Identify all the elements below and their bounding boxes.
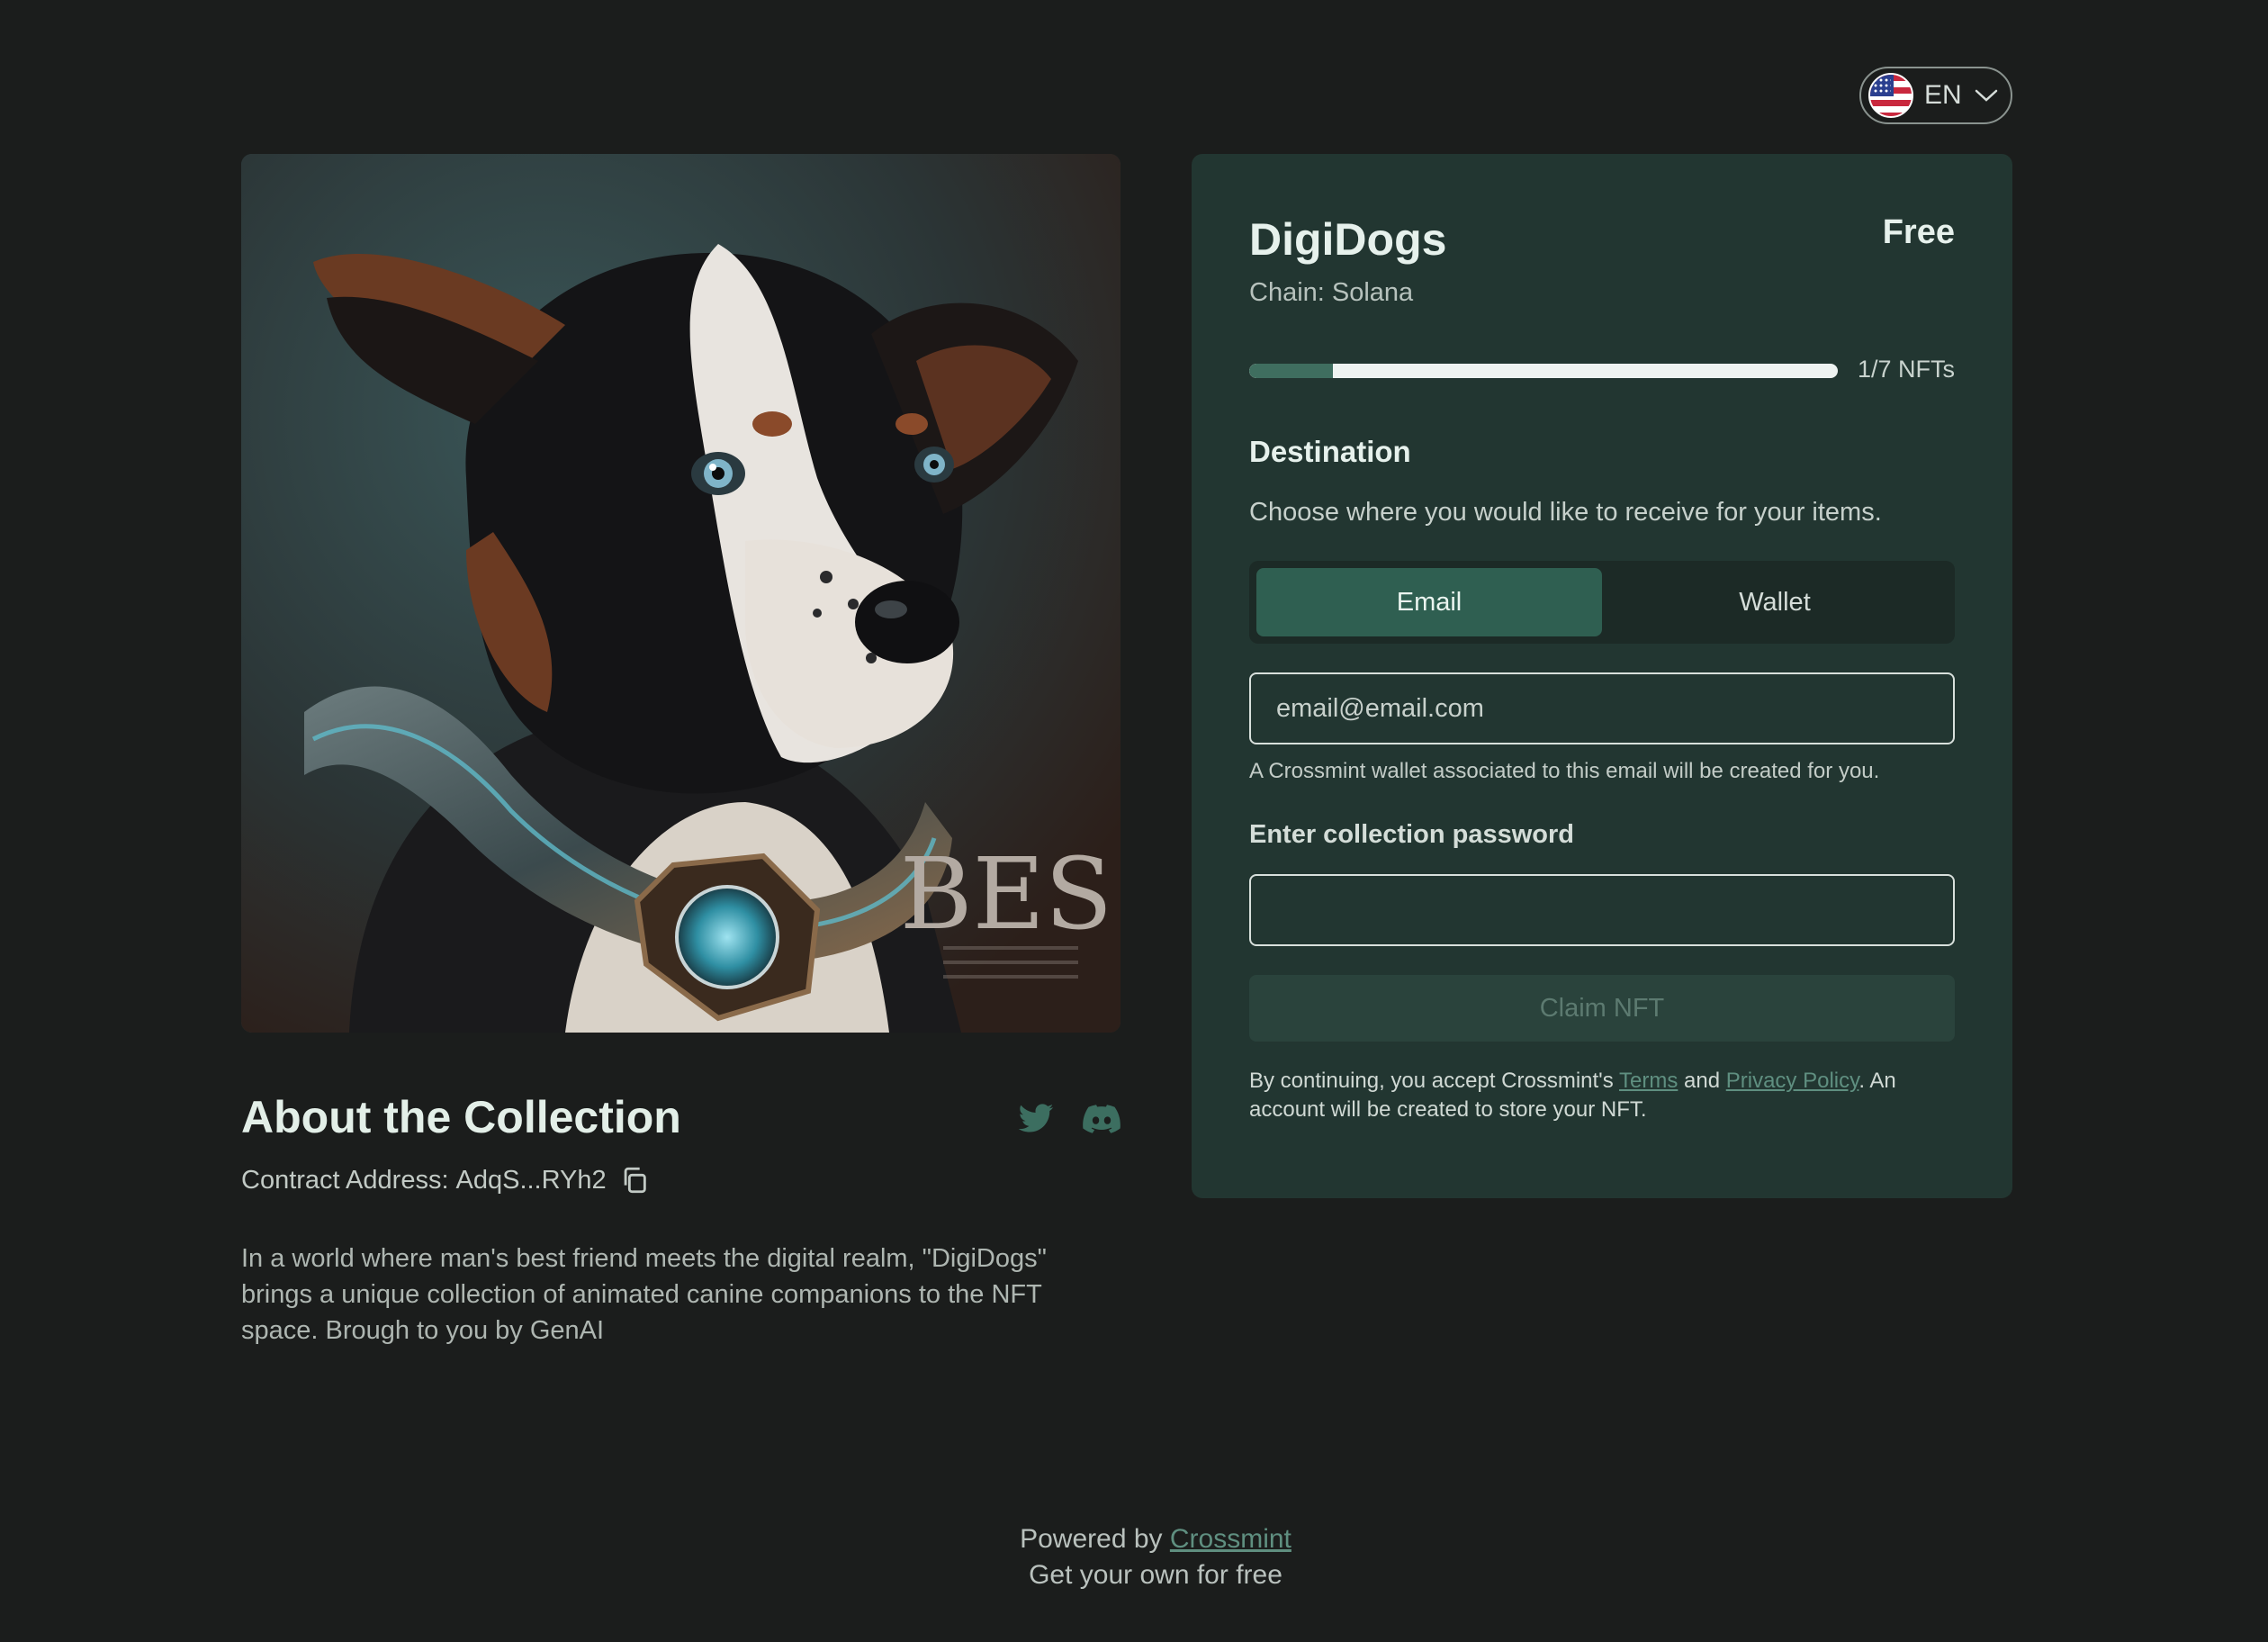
mint-progress-bar [1249, 364, 1838, 378]
claim-card: DigiDogs Free Chain: Solana 1/7 NFTs Des… [1192, 154, 2012, 1198]
terms-text: By continuing, you accept Crossmint's Te… [1249, 1067, 1955, 1124]
chain-label: Chain: Solana [1249, 278, 1414, 307]
destination-toggle: Email Wallet [1249, 561, 1955, 644]
price-label: Free [1882, 213, 1955, 251]
contract-value: AdqS...RYh2 [455, 1165, 607, 1195]
privacy-policy-link[interactable]: Privacy Policy [1726, 1069, 1859, 1093]
mint-progress-fill [1249, 364, 1334, 378]
contract-address: Contract Address: AdqS...RYh2 [241, 1165, 650, 1195]
twitter-icon[interactable] [1017, 1100, 1055, 1138]
powered-by-label: Powered by [1020, 1524, 1163, 1554]
crossmint-link[interactable]: Crossmint [1170, 1524, 1292, 1554]
password-label: Enter collection password [1249, 820, 1574, 849]
email-note: A Crossmint wallet associated to this em… [1249, 759, 1880, 783]
copy-icon[interactable] [619, 1165, 650, 1195]
terms-prefix: By continuing, you accept Crossmint's [1249, 1069, 1614, 1093]
collection-artwork: BES [241, 154, 1120, 1033]
collection-description: In a world where man's best friend meets… [241, 1244, 1047, 1345]
footer-tagline[interactable]: Get your own for free [0, 1557, 2268, 1593]
artwork-watermark: BES [900, 836, 1113, 952]
tab-wallet[interactable]: Wallet [1602, 568, 1948, 636]
chevron-down-icon [1975, 89, 1997, 102]
tab-email[interactable]: Email [1256, 568, 1602, 636]
language-selector[interactable]: EN [1859, 67, 2012, 124]
language-label: EN [1924, 80, 1962, 110]
terms-and: and [1684, 1069, 1721, 1093]
destination-title: Destination [1249, 435, 1411, 468]
password-field[interactable] [1249, 874, 1955, 946]
us-flag-icon [1868, 73, 1913, 118]
contract-label: Contract Address: [241, 1165, 449, 1195]
collection-title: DigiDogs [1249, 214, 1447, 265]
about-title: About the Collection [241, 1092, 681, 1142]
claim-nft-button[interactable]: Claim NFT [1249, 975, 1955, 1042]
discord-icon[interactable] [1083, 1100, 1120, 1138]
email-field[interactable] [1249, 672, 1955, 744]
destination-description: Choose where you would like to receive f… [1249, 498, 1882, 527]
mint-progress-label: 1/7 NFTs [1857, 356, 1955, 383]
terms-link[interactable]: Terms [1619, 1069, 1678, 1093]
